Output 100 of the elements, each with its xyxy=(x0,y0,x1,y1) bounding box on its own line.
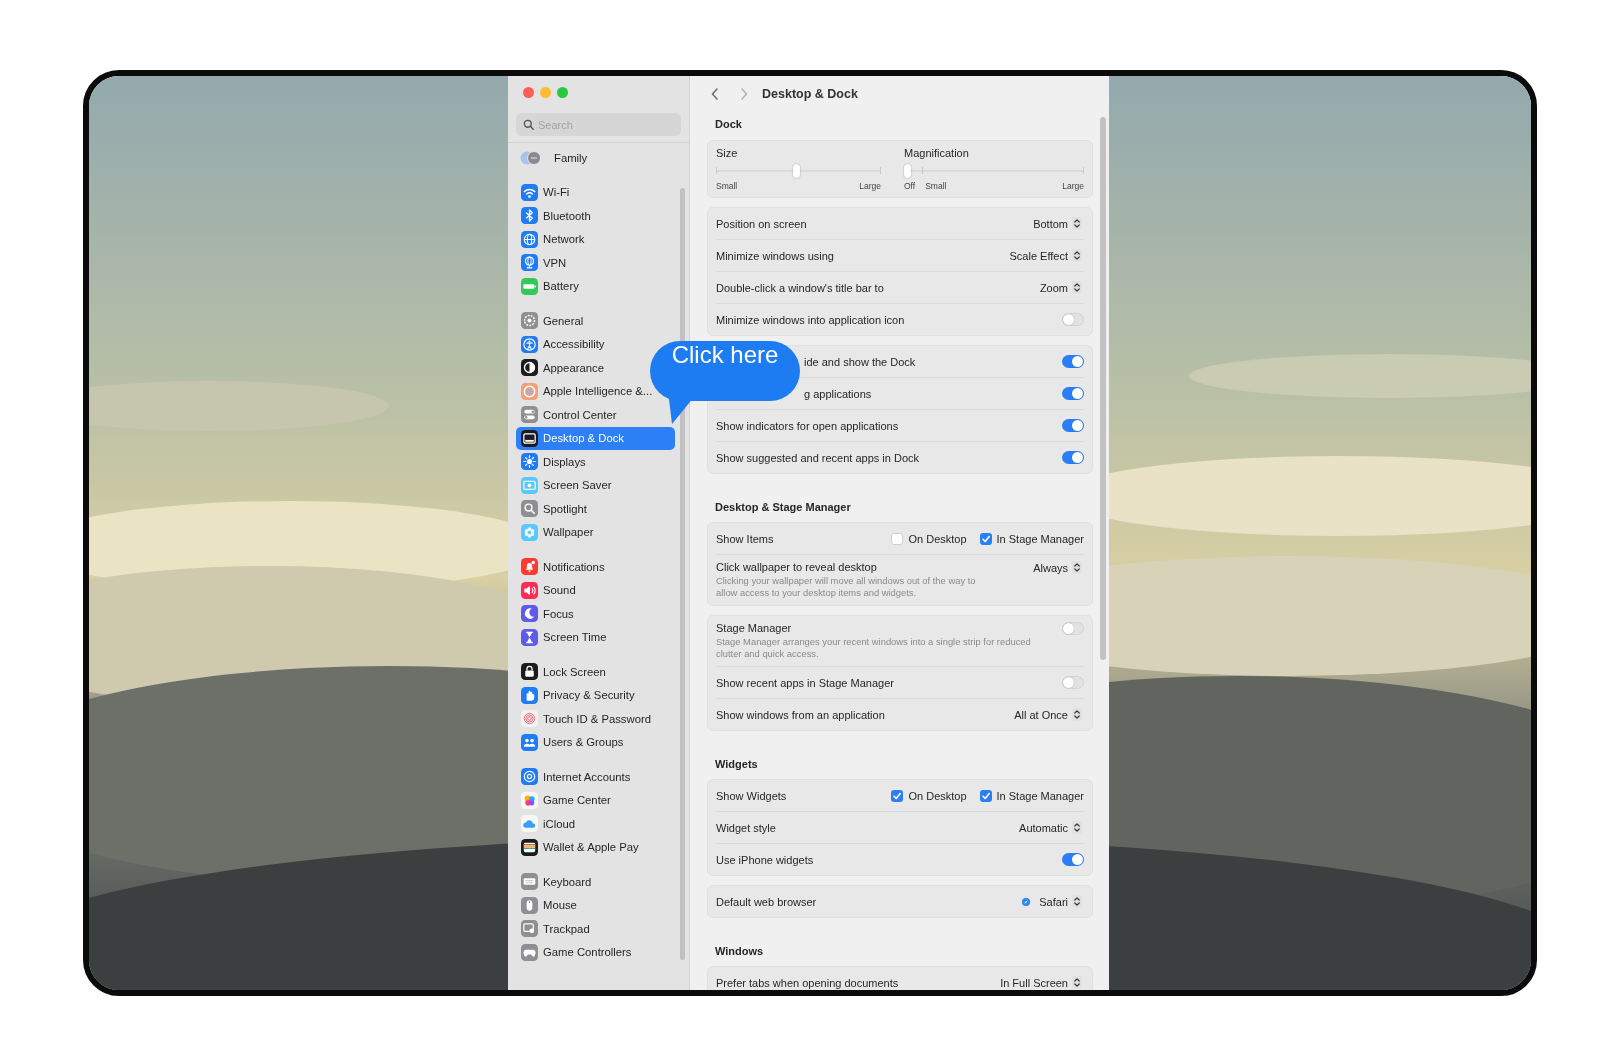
setting-label: Prefer tabs when opening documents xyxy=(716,976,899,989)
updown-chevron-icon xyxy=(1072,895,1082,908)
back-icon[interactable] xyxy=(711,88,719,100)
slider-label: Magnification xyxy=(904,146,970,161)
popup-button[interactable]: Bottom xyxy=(1031,217,1084,230)
sidebar-item[interactable]: Sound xyxy=(516,578,675,602)
sidebar-item[interactable]: Keyboard xyxy=(516,870,675,894)
checkbox-label: In Stage Manager xyxy=(996,789,1084,802)
toggle-switch[interactable] xyxy=(1062,387,1084,400)
updown-chevron-icon xyxy=(1072,281,1082,294)
checkbox[interactable] xyxy=(891,789,904,802)
setting-label: Minimize windows using xyxy=(716,249,834,262)
minimize-button[interactable] xyxy=(540,87,551,98)
setting-label: Widget style xyxy=(716,821,776,834)
sidebar-item[interactable]: Family xyxy=(516,146,675,170)
toggle-switch[interactable] xyxy=(1062,853,1084,866)
checkbox[interactable] xyxy=(979,789,992,802)
sidebar-item[interactable]: Lock Screen xyxy=(516,660,675,684)
toggle-switch[interactable] xyxy=(1062,419,1084,432)
popup-button[interactable]: All at Once xyxy=(1012,708,1084,721)
window-title: Desktop & Dock xyxy=(762,87,858,101)
popup-button[interactable]: Automatic xyxy=(1017,821,1084,834)
sidebar-item[interactable]: Wi-Fi xyxy=(516,180,675,204)
updown-chevron-icon xyxy=(1072,561,1082,574)
updown-chevron-icon xyxy=(1072,249,1082,262)
scrollbar-thumb[interactable] xyxy=(1100,117,1106,660)
sidebar-item[interactable]: Battery xyxy=(516,274,675,298)
slider[interactable] xyxy=(904,164,1084,178)
avatar-group-icon xyxy=(520,148,541,167)
search-icon xyxy=(523,119,534,130)
section-heading: Dock xyxy=(714,117,743,132)
sidebar-item[interactable]: Privacy & Security xyxy=(516,683,675,707)
sidebar-item[interactable]: Trackpad xyxy=(516,917,675,941)
popup-button[interactable]: Safari xyxy=(1018,895,1084,908)
setting-label: Position on screen xyxy=(716,217,807,230)
sidebar-item[interactable]: Users & Groups xyxy=(516,730,675,754)
popup-button[interactable]: In Full Screen xyxy=(998,976,1084,989)
sidebar-item[interactable]: Displays xyxy=(516,450,675,474)
setting-label: Double-click a window's title bar to xyxy=(716,281,884,294)
tick-label: Off xyxy=(904,181,916,191)
sidebar-item[interactable]: Screen Time xyxy=(516,625,675,649)
setting-label: Show Items xyxy=(716,532,774,545)
zoom-button[interactable] xyxy=(557,87,568,98)
sidebar-item[interactable]: Wallet & Apple Pay xyxy=(516,835,675,859)
sidebar-item[interactable]: Mouse xyxy=(516,893,675,917)
close-button[interactable] xyxy=(523,87,534,98)
checkbox-label: On Desktop xyxy=(908,532,967,545)
toggle-switch[interactable] xyxy=(1062,451,1084,464)
toggle-switch[interactable] xyxy=(1062,676,1084,689)
setting-label: Show windows from an application xyxy=(716,708,885,721)
sidebar-item[interactable]: Desktop & Dock xyxy=(516,426,675,450)
updown-chevron-icon xyxy=(1072,821,1082,834)
setting-label: Use iPhone widgets xyxy=(716,853,814,866)
sidebar-item[interactable]: Internet Accounts xyxy=(516,765,675,789)
tick-label: Small xyxy=(925,181,947,191)
slider-thumb[interactable] xyxy=(904,164,911,178)
sidebar-item[interactable]: Wallpaper xyxy=(516,520,675,544)
slider-label: Size xyxy=(716,146,739,161)
popup-button[interactable]: Scale Effect xyxy=(1007,249,1084,262)
sidebar-item[interactable]: General xyxy=(516,309,675,333)
setting-label: Show suggested and recent apps in Dock xyxy=(716,451,920,464)
sidebar-item[interactable]: Bluetooth xyxy=(516,204,675,228)
toggle-switch[interactable] xyxy=(1062,355,1084,368)
setting-label: ide and show the Dock xyxy=(804,355,916,368)
sidebar-item[interactable]: Spotlight xyxy=(516,497,675,521)
setting-description: Clicking your wallpaper will move all windows out of the way to allow access to your desktop items and widgets. xyxy=(716,575,977,599)
toggle-switch[interactable] xyxy=(1062,622,1084,635)
slider[interactable] xyxy=(716,164,881,178)
updown-chevron-icon xyxy=(1072,708,1082,721)
section-heading: Widgets xyxy=(714,757,759,772)
checkbox-label: On Desktop xyxy=(908,789,967,802)
sidebar-item[interactable]: iCloud xyxy=(516,812,675,836)
slider-thumb[interactable] xyxy=(793,164,801,178)
tick-label: Large xyxy=(1062,181,1084,191)
sidebar-item[interactable]: Network xyxy=(516,227,675,251)
toggle-switch[interactable] xyxy=(1062,313,1084,326)
tick-label: Large xyxy=(859,181,881,191)
checkbox[interactable] xyxy=(979,532,992,545)
setting-label: Stage Manager xyxy=(716,622,793,634)
sidebar-item[interactable]: Focus xyxy=(516,602,675,626)
updown-chevron-icon xyxy=(1072,217,1082,230)
popup-button[interactable]: Zoom xyxy=(1037,281,1084,294)
sidebar-item[interactable]: VPN xyxy=(516,251,675,275)
popup-button[interactable]: Always xyxy=(1031,561,1084,574)
checkbox-label: In Stage Manager xyxy=(996,532,1084,545)
sidebar-item[interactable]: Notifications xyxy=(516,555,675,579)
setting-label: Default web browser xyxy=(716,895,817,908)
checkbox[interactable] xyxy=(891,532,904,545)
setting-label: Click wallpaper to reveal desktop xyxy=(716,561,878,573)
sidebar-item[interactable]: Touch ID & Password xyxy=(516,707,675,731)
setting-label: g applications xyxy=(804,387,872,400)
tick-label: Small xyxy=(716,181,738,191)
setting-label: Show recent apps in Stage Manager xyxy=(716,676,894,689)
setting-label: Show Widgets xyxy=(716,789,787,802)
setting-label: Minimize windows into application icon xyxy=(716,313,905,326)
sidebar-item[interactable]: Screen Saver xyxy=(516,473,675,497)
forward-icon[interactable] xyxy=(740,88,748,100)
section-heading: Windows xyxy=(714,944,765,959)
sidebar-item[interactable]: Game Center xyxy=(516,788,675,812)
sidebar-item[interactable]: Game Controllers xyxy=(516,940,675,964)
